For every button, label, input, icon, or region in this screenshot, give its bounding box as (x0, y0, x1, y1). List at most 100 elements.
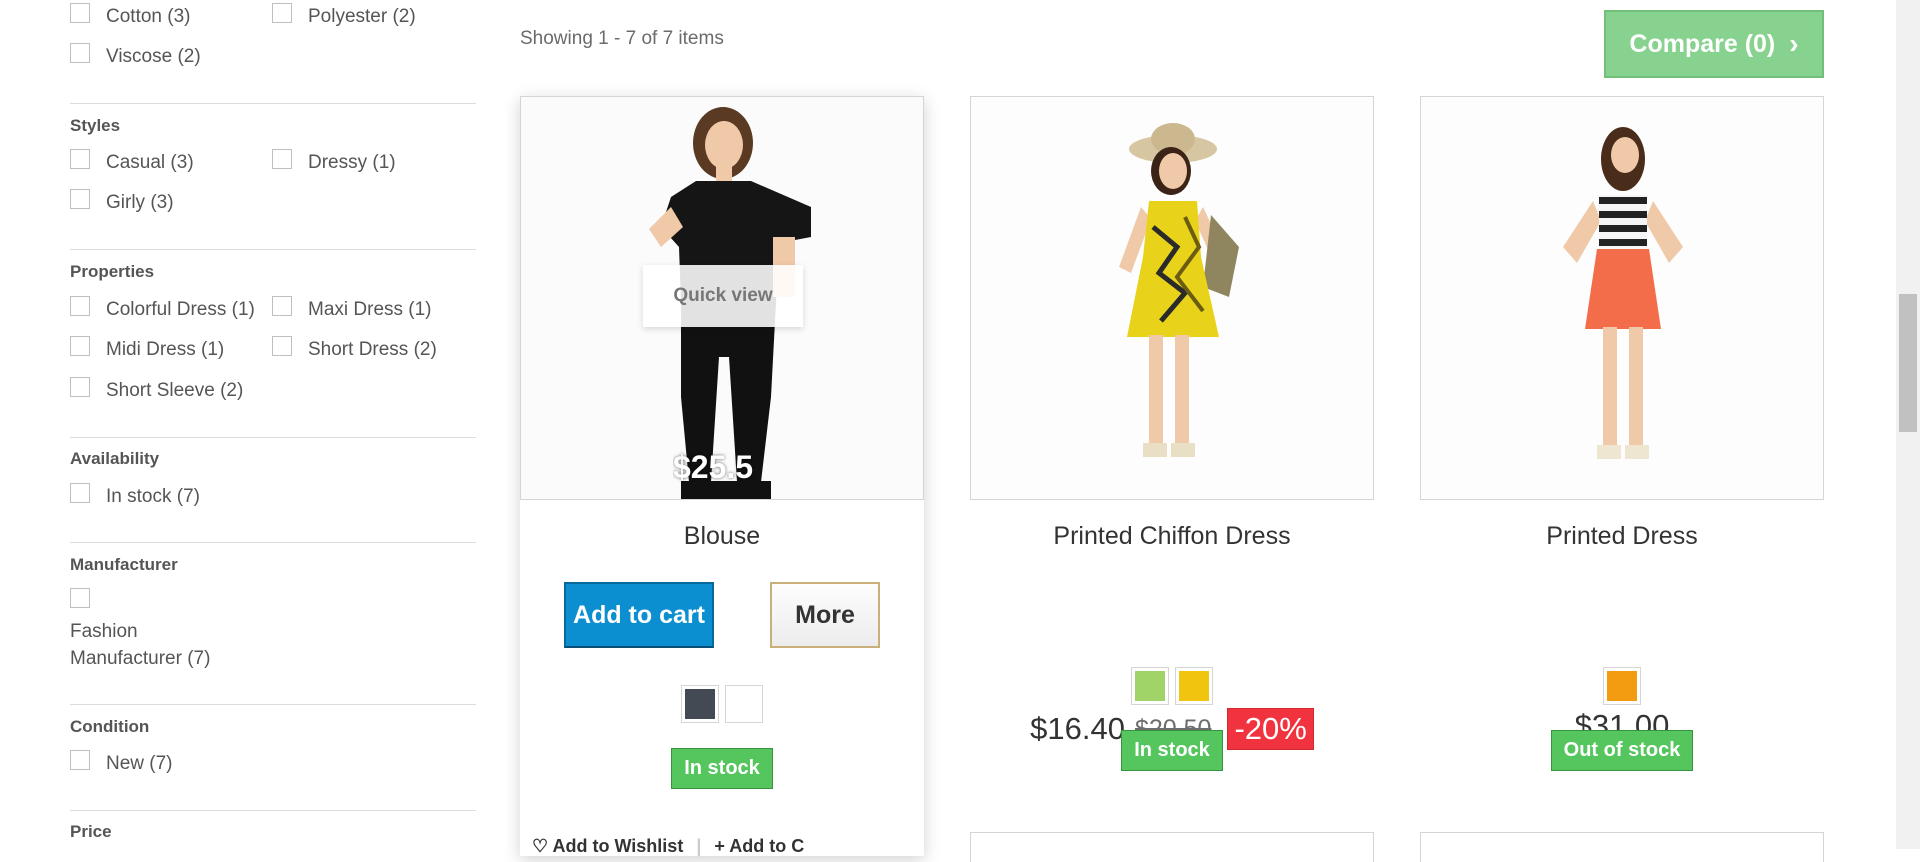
stock-badge: In stock (671, 748, 773, 789)
divider (70, 810, 476, 811)
heart-icon: ♡ (532, 836, 549, 856)
filter-option-label: Dressy (1) (308, 152, 396, 173)
product-image-printed-dress (1421, 97, 1823, 499)
filter-option-label: Short Dress (2) (308, 339, 437, 360)
filter-title-price: Price (70, 822, 112, 841)
checkbox[interactable] (70, 296, 90, 316)
filter-option-polyester[interactable]: Polyester (2) (272, 3, 416, 33)
filter-option-label: Polyester (2) (308, 6, 416, 27)
divider (70, 249, 476, 250)
filter-option-label: Cotton (3) (106, 6, 191, 27)
separator: | (696, 836, 702, 856)
checkbox[interactable] (272, 149, 292, 169)
filter-title-availability: Availability (70, 449, 160, 468)
filter-option-fashion-manufacturer[interactable]: Fashion Manufacturer (7) (70, 588, 250, 669)
color-swatch[interactable] (1603, 667, 1641, 705)
page-scrollbar[interactable] (1896, 0, 1920, 849)
product-image-printed-chiffon-dress (971, 97, 1373, 499)
divider (70, 103, 476, 104)
filter-title-styles: Styles (70, 116, 121, 135)
quick-view-button[interactable]: Quick view (643, 265, 803, 327)
divider (70, 542, 476, 543)
add-to-compare-link[interactable]: Add to C (729, 836, 804, 856)
filter-title-condition: Condition (70, 717, 150, 736)
checkbox[interactable] (70, 189, 90, 209)
swatch-fill (729, 689, 759, 719)
filter-option-label: Short Sleeve (2) (106, 380, 244, 401)
filter-option-cotton[interactable]: Cotton (3) (70, 3, 190, 33)
filter-option-casual[interactable]: Casual (3) (70, 149, 194, 179)
filter-title-manufacturer: Manufacturer (70, 555, 178, 574)
filter-option-label: Casual (3) (106, 152, 194, 173)
color-swatch[interactable] (1175, 667, 1213, 705)
filter-option-midi-dress[interactable]: Midi Dress (1) (70, 336, 224, 366)
checkbox[interactable] (70, 377, 90, 397)
stock-status: In stock (970, 730, 1374, 771)
filter-option-label: Fashion Manufacturer (7) (70, 621, 211, 669)
more-button[interactable]: More (770, 582, 880, 648)
swatch-fill (1135, 671, 1165, 701)
filter-title-properties: Properties (70, 262, 155, 281)
color-swatch[interactable] (725, 685, 763, 723)
checkbox[interactable] (272, 3, 292, 23)
color-swatches (1420, 667, 1824, 705)
product-image-link[interactable] (970, 96, 1374, 500)
filter-option-short-dress[interactable]: Short Dress (2) (272, 336, 437, 366)
stock-status: In stock (520, 748, 924, 789)
filter-option-new[interactable]: New (7) (70, 750, 173, 780)
more-label: More (795, 600, 855, 629)
checkbox[interactable] (70, 149, 90, 169)
product-name[interactable]: Blouse (520, 522, 924, 551)
product-name[interactable]: Printed Dress (1420, 522, 1824, 551)
color-swatch[interactable] (1131, 667, 1169, 705)
checkbox[interactable] (70, 3, 90, 23)
product-card-next-row[interactable] (970, 832, 1374, 862)
wishlist-compare-row: ♡ Add to Wishlist | + Add to C (532, 836, 804, 857)
checkbox[interactable] (70, 336, 90, 356)
stock-status: Out of stock (1420, 730, 1824, 771)
swatch-fill (685, 689, 715, 719)
checkbox[interactable] (70, 750, 90, 770)
product-name[interactable]: Printed Chiffon Dress (970, 522, 1374, 551)
add-to-wishlist-link[interactable]: Add to Wishlist (552, 836, 683, 856)
layered-navigation-sidebar: Cotton (3) Polyester (2) Viscose (2) Sty… (70, 0, 476, 849)
filter-option-label: Girly (3) (106, 192, 174, 213)
stock-badge: Out of stock (1550, 730, 1694, 771)
checkbox[interactable] (272, 296, 292, 316)
product-card-next-row[interactable] (1420, 832, 1824, 862)
product-image-link[interactable]: Quick view $25.5 (520, 96, 924, 500)
product-image-link[interactable] (1420, 96, 1824, 500)
filter-option-label: Maxi Dress (1) (308, 299, 432, 320)
filter-option-short-sleeve[interactable]: Short Sleeve (2) (70, 377, 243, 407)
divider (70, 704, 476, 705)
filter-option-label: Midi Dress (1) (106, 339, 225, 360)
checkbox[interactable] (70, 483, 90, 503)
filter-option-label: New (7) (106, 753, 173, 774)
swatch-fill (1607, 671, 1637, 701)
swatch-fill (1179, 671, 1209, 701)
compare-label: Compare (0) (1629, 29, 1776, 58)
filter-option-in-stock[interactable]: In stock (7) (70, 483, 200, 513)
divider (70, 437, 476, 438)
color-swatches (970, 667, 1374, 705)
checkbox[interactable] (70, 588, 90, 608)
compare-button[interactable]: Compare (0) › (1604, 10, 1824, 78)
filter-option-label: In stock (7) (106, 486, 200, 507)
product-count-text: Showing 1 - 7 of 7 items (520, 28, 724, 49)
scrollbar-thumb[interactable] (1899, 294, 1917, 432)
color-swatch[interactable] (681, 685, 719, 723)
color-swatches (520, 685, 924, 723)
filter-option-maxi-dress[interactable]: Maxi Dress (1) (272, 296, 432, 326)
filter-option-label: Colorful Dress (1) (106, 299, 255, 320)
quick-view-label: Quick view (673, 285, 773, 306)
filter-option-viscose[interactable]: Viscose (2) (70, 43, 201, 73)
filter-option-label: Viscose (2) (106, 46, 201, 67)
add-to-cart-label: Add to cart (573, 600, 705, 629)
add-to-cart-button[interactable]: Add to cart (564, 582, 714, 648)
checkbox[interactable] (70, 43, 90, 63)
filter-option-dressy[interactable]: Dressy (1) (272, 149, 396, 179)
filter-option-girly[interactable]: Girly (3) (70, 189, 174, 219)
checkbox[interactable] (272, 336, 292, 356)
product-card-blouse[interactable]: Quick view $25.5 Blouse Add to cart More… (520, 96, 924, 856)
filter-option-colorful-dress[interactable]: Colorful Dress (1) (70, 296, 255, 326)
